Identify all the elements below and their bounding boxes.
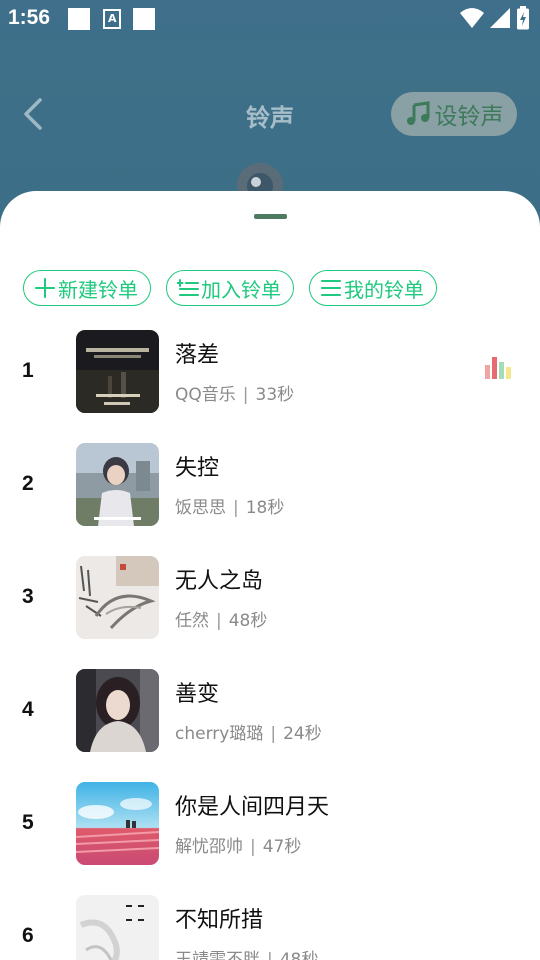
ringtone-duration: 48秒 xyxy=(228,611,268,631)
add-to-list-icon xyxy=(177,279,199,296)
action-chips: 新建铃单 加入铃单 我的铃单 xyxy=(23,270,437,306)
cover-image xyxy=(76,669,159,752)
add-to-list-label: 加入铃单 xyxy=(201,277,281,302)
ringtone-title: 不知所措 xyxy=(175,908,264,933)
ringtone-meta: 任然 | 48秒 xyxy=(175,606,267,631)
my-lists-label: 我的铃单 xyxy=(344,277,424,302)
playing-equalizer-icon xyxy=(485,357,511,379)
set-ringtone-button[interactable]: 设铃声 xyxy=(391,92,517,136)
cover-image xyxy=(76,330,159,413)
set-ringtone-label: 设铃声 xyxy=(434,104,504,130)
add-to-list-button[interactable]: 加入铃单 xyxy=(166,270,294,306)
meta-separator: | xyxy=(250,837,256,857)
row-index: 3 xyxy=(22,585,34,608)
ringtone-title: 失控 xyxy=(175,456,220,481)
ringtone-row[interactable]: 1 落差 QQ音乐 | 33秒 xyxy=(0,325,540,438)
status-bar: 1:56 xyxy=(0,0,540,38)
ringtone-row[interactable]: 4 善变 cherry璐璐 | 24秒 xyxy=(0,664,540,777)
header: 铃声 设铃声 xyxy=(0,80,540,146)
sheet-drag-handle[interactable] xyxy=(254,214,287,219)
ringtone-meta: 解忧邵帅 | 47秒 xyxy=(175,832,301,857)
row-index: 1 xyxy=(22,359,34,382)
ringtone-artist: 解忧邵帅 xyxy=(175,837,243,857)
a-box-icon xyxy=(103,9,121,29)
ringtone-duration: 33秒 xyxy=(255,385,295,405)
ringtone-meta: 王靖雯不胖 | 48秒 xyxy=(175,945,318,960)
ringtone-sheet: 新建铃单 加入铃单 我的铃单 1 落差 QQ音乐 | 33秒 2 失控 饭思思 … xyxy=(0,191,540,960)
meta-separator: | xyxy=(216,611,222,631)
ringtone-artist: cherry璐璐 xyxy=(175,724,264,744)
signal-icon xyxy=(490,8,510,28)
ringtone-row[interactable]: 6 不知所措 王靖雯不胖 | 48秒 xyxy=(0,890,540,960)
row-index: 4 xyxy=(22,698,34,721)
plus-icon xyxy=(35,278,55,298)
ringtone-meta: QQ音乐 | 33秒 xyxy=(175,380,294,405)
ringtone-title: 无人之岛 xyxy=(175,569,264,594)
ringtone-meta: cherry璐璐 | 24秒 xyxy=(175,719,322,744)
new-list-label: 新建铃单 xyxy=(58,277,138,302)
meta-separator: | xyxy=(267,950,273,960)
new-list-button[interactable]: 新建铃单 xyxy=(23,270,151,306)
list-icon xyxy=(321,280,341,296)
meta-separator: | xyxy=(233,498,239,518)
ringtone-row[interactable]: 5 你是人间四月天 解忧邵帅 | 47秒 xyxy=(0,777,540,890)
cover-image xyxy=(76,895,159,960)
ringtone-duration: 24秒 xyxy=(283,724,322,744)
ringtone-list: 1 落差 QQ音乐 | 33秒 2 失控 饭思思 | 18秒 3 无人之岛 任然… xyxy=(0,325,540,960)
ringtone-row[interactable]: 3 无人之岛 任然 | 48秒 xyxy=(0,551,540,664)
ringtone-artist: 饭思思 xyxy=(175,498,226,518)
row-index: 6 xyxy=(22,924,34,947)
ringtone-artist: 任然 xyxy=(175,611,209,631)
notification-square-icon xyxy=(133,8,155,30)
cover-image xyxy=(76,556,159,639)
battery-charging-icon xyxy=(517,6,529,30)
ringtone-meta: 饭思思 | 18秒 xyxy=(175,493,284,518)
cover-image xyxy=(76,782,159,865)
row-index: 2 xyxy=(22,472,34,495)
my-lists-button[interactable]: 我的铃单 xyxy=(309,270,437,306)
row-index: 5 xyxy=(22,811,34,834)
meta-separator: | xyxy=(242,385,249,405)
cover-image xyxy=(76,443,159,526)
ringtone-duration: 47秒 xyxy=(262,837,302,857)
status-icons xyxy=(460,6,530,30)
ringtone-duration: 18秒 xyxy=(245,498,285,518)
status-time: 1:56 xyxy=(8,6,51,29)
ringtone-artist: QQ音乐 xyxy=(175,385,236,405)
ringtone-title: 你是人间四月天 xyxy=(175,795,330,820)
ringtone-duration: 48秒 xyxy=(279,950,319,960)
ringtone-row[interactable]: 2 失控 饭思思 | 18秒 xyxy=(0,438,540,551)
meta-separator: | xyxy=(270,724,277,744)
ringtone-artist: 王靖雯不胖 xyxy=(175,950,260,960)
music-note-icon xyxy=(406,101,429,125)
ringtone-title: 善变 xyxy=(175,682,220,707)
ringtone-title: 落差 xyxy=(175,343,220,368)
notification-square-icon xyxy=(68,8,90,30)
wifi-icon xyxy=(460,8,484,28)
